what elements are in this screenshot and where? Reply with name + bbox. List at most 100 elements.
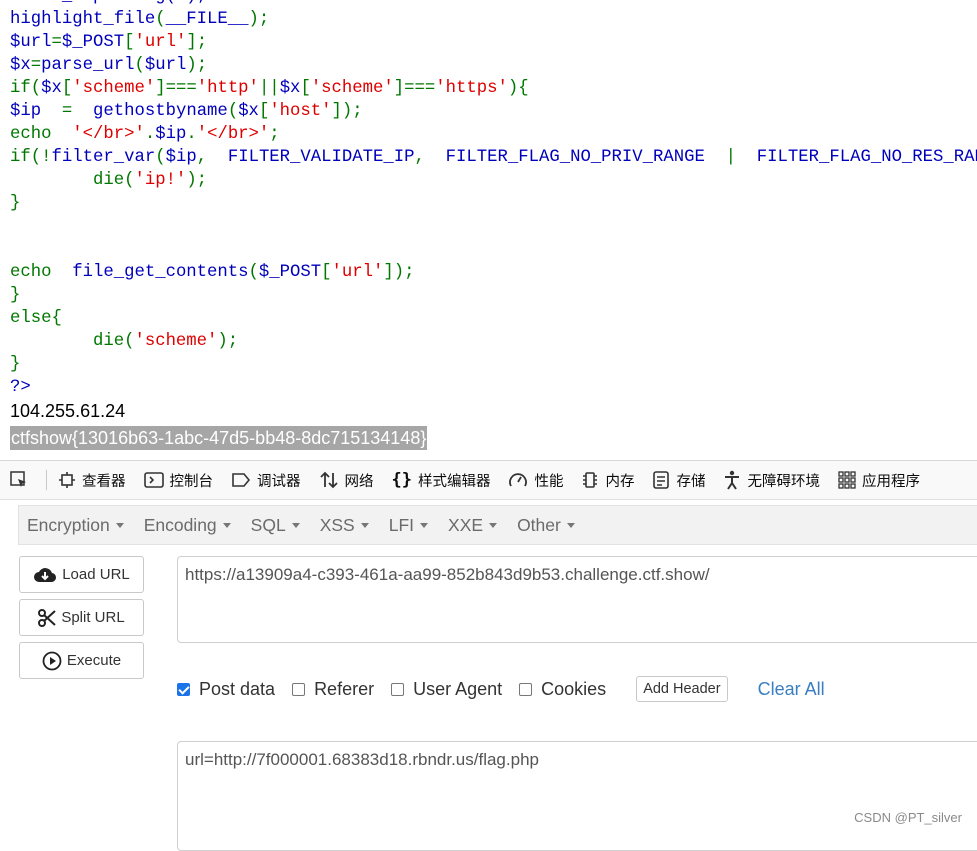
- split-url-button[interactable]: Split URL: [19, 599, 144, 636]
- memory-icon: [583, 472, 598, 488]
- code-line: error_reporting(0);: [10, 0, 977, 8]
- tab-console[interactable]: 控制台: [135, 461, 223, 499]
- hackbar-menu: Encryption Encoding SQL XSS LFI XXE Othe…: [18, 505, 977, 545]
- menu-other[interactable]: Other: [509, 515, 587, 536]
- menu-sql[interactable]: SQL: [243, 515, 312, 536]
- code-token: else{: [10, 309, 62, 328]
- code-token: FILTER_FLAG_NO_RES_RANGE: [756, 148, 977, 167]
- tab-accessibility[interactable]: 无障碍环境: [714, 461, 829, 499]
- clear-all-link[interactable]: Clear All: [758, 679, 825, 700]
- code-token: $x: [238, 102, 259, 121]
- code-token: ;: [269, 125, 280, 144]
- style-editor-icon: {}: [391, 470, 412, 490]
- execute-button[interactable]: Execute: [19, 642, 144, 679]
- code-line: ?>: [10, 376, 977, 399]
- element-picker-button[interactable]: [0, 461, 44, 499]
- code-token: gethostbyname: [92, 102, 228, 121]
- code-line: echo '</br>'.$ip.'</br>';: [10, 123, 977, 146]
- tab-application[interactable]: 应用程序: [829, 461, 929, 499]
- tab-label: 性能: [534, 473, 564, 490]
- code-token: .: [186, 125, 197, 144]
- request-options: Post data Referer User Agent Cookies Add…: [177, 674, 825, 704]
- code-token: 'https': [435, 79, 508, 98]
- code-line: echo file_get_contents($_POST['url']);: [10, 261, 977, 284]
- code-token: $url: [10, 33, 52, 52]
- menu-encoding[interactable]: Encoding: [136, 515, 243, 536]
- button-label: Load URL: [62, 566, 130, 583]
- menu-xss[interactable]: XSS: [312, 515, 381, 536]
- element-picker-icon: [10, 471, 26, 487]
- tab-storage[interactable]: 存储: [643, 461, 714, 499]
- code-token: 'scheme': [72, 79, 156, 98]
- code-line: die('scheme');: [10, 330, 977, 353]
- tab-style-editor[interactable]: {} 样式编辑器: [383, 461, 500, 499]
- caret-down-icon: [115, 522, 124, 528]
- code-token: file_get_contents: [72, 263, 249, 282]
- menu-label: Encryption: [27, 514, 110, 535]
- user-agent-option[interactable]: User Agent: [391, 679, 502, 700]
- tab-memory[interactable]: 内存: [572, 461, 643, 499]
- tab-debugger[interactable]: 调试器: [222, 461, 310, 499]
- code-token: (: [227, 102, 239, 121]
- code-token: ]===: [393, 79, 436, 98]
- code-token: =: [61, 102, 93, 121]
- post-data-checkbox[interactable]: [177, 682, 190, 696]
- code-token: [: [258, 102, 270, 121]
- post-data-option[interactable]: Post data: [177, 679, 275, 700]
- code-token: 'scheme': [310, 79, 394, 98]
- post-data-textarea[interactable]: url=http://7f000001.68383d18.rbndr.us/fl…: [177, 741, 977, 851]
- code-token: FILTER_VALIDATE_IP: [227, 148, 415, 167]
- option-label: Post data: [199, 678, 276, 699]
- load-url-button[interactable]: Load URL: [19, 556, 144, 593]
- menu-label: SQL: [250, 514, 286, 535]
- code-token: filter_var: [51, 148, 156, 167]
- code-token: $ip: [10, 102, 62, 121]
- flag-output: ctfshow{13016b63-1abc-47d5-bb48-8dc71513…: [10, 426, 428, 450]
- button-label: Execute: [66, 652, 122, 669]
- scissors-icon: [38, 608, 56, 627]
- menu-label: Encoding: [143, 514, 217, 535]
- caret-down-icon: [489, 522, 498, 528]
- tab-label: 存储: [676, 473, 706, 490]
- option-label: Cookies: [541, 678, 607, 699]
- code-token: [: [321, 263, 332, 282]
- cookies-checkbox[interactable]: [519, 682, 533, 696]
- referer-checkbox[interactable]: [292, 682, 306, 696]
- code-token: $ip: [165, 148, 197, 167]
- code-line: if($x['scheme']==='http'||$x['scheme']==…: [10, 77, 977, 100]
- code-token: (: [248, 263, 259, 282]
- code-token: ,: [414, 148, 446, 167]
- code-token: [: [300, 79, 311, 98]
- tab-label: 样式编辑器: [417, 473, 491, 490]
- user-agent-checkbox[interactable]: [391, 682, 405, 696]
- code-token: die(: [10, 332, 135, 351]
- code-token: '</br>': [196, 125, 270, 144]
- code-token: .: [144, 125, 156, 144]
- code-token: parse_url: [41, 56, 135, 75]
- menu-encryption[interactable]: Encryption: [19, 515, 136, 536]
- tab-performance[interactable]: 性能: [499, 461, 572, 499]
- code-token: );: [217, 332, 239, 351]
- code-token: $x: [41, 79, 62, 98]
- url-textarea[interactable]: https://a13909a4-c393-461a-aa99-852b843d…: [177, 556, 977, 643]
- add-header-button[interactable]: Add Header: [636, 676, 728, 702]
- code-token: 'host': [269, 102, 332, 121]
- code-token: echo: [10, 125, 73, 144]
- menu-label: LFI: [388, 514, 415, 535]
- cookies-option[interactable]: Cookies: [519, 679, 606, 700]
- tab-label: 无障碍环境: [747, 473, 820, 490]
- tab-inspector[interactable]: 查看器: [49, 461, 135, 499]
- tab-network[interactable]: 网络: [310, 461, 383, 499]
- code-token: );: [186, 171, 208, 190]
- referer-option[interactable]: Referer: [292, 679, 374, 700]
- storage-icon: [653, 471, 670, 489]
- devtools-toolbar: 查看器 控制台 调试器 网络 {} 样式编辑器 性能 内存 存储 无障碍环境 应…: [0, 460, 977, 500]
- menu-xxe[interactable]: XXE: [440, 515, 509, 536]
- menu-lfi[interactable]: LFI: [381, 515, 440, 536]
- code-token: 'http': [196, 79, 259, 98]
- code-token: );: [248, 10, 270, 29]
- caret-down-icon: [420, 522, 429, 528]
- application-icon: [838, 471, 856, 489]
